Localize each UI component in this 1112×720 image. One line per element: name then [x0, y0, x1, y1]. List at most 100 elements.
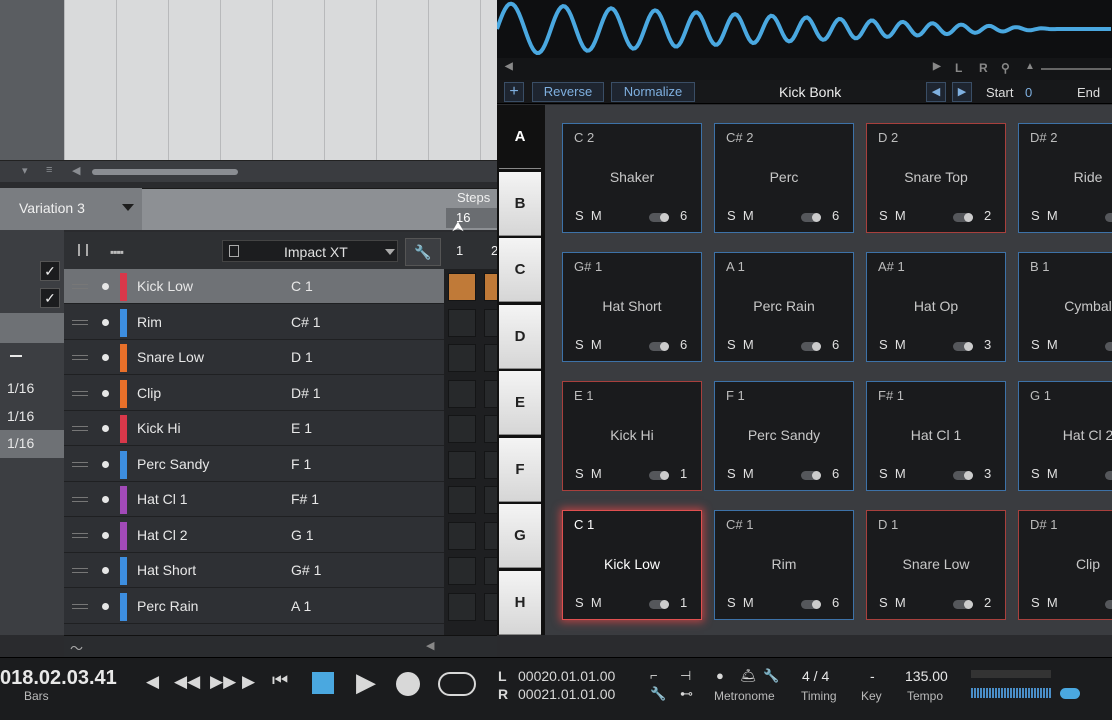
mute-button[interactable]: M: [895, 208, 906, 223]
normalize-button[interactable]: Normalize: [611, 82, 695, 102]
drag-handle-icon[interactable]: [72, 604, 88, 609]
precount-icon[interactable]: ⌐: [650, 668, 658, 683]
step-cell[interactable]: [448, 415, 476, 443]
drum-row[interactable]: Kick HiE 1: [64, 411, 444, 446]
preroll-icon[interactable]: ⊣: [680, 668, 691, 684]
mute-dot-icon[interactable]: [102, 496, 109, 503]
toggle-icon[interactable]: [801, 600, 821, 609]
timing-value[interactable]: 4 / 4: [802, 668, 829, 684]
bank-key[interactable]: F: [499, 438, 541, 502]
toggle-icon[interactable]: [801, 213, 821, 222]
step-cell[interactable]: [448, 557, 476, 585]
toggle-icon[interactable]: [1105, 213, 1112, 222]
mute-button[interactable]: M: [895, 595, 906, 610]
mute-button[interactable]: M: [591, 208, 602, 223]
loop-left-value[interactable]: 00020.01.01.00: [518, 668, 615, 684]
solo-mute[interactable]: S M: [575, 595, 602, 610]
scroll-left-icon[interactable]: ◀: [426, 639, 434, 652]
loop-button[interactable]: [438, 672, 476, 696]
mute-button[interactable]: M: [743, 466, 754, 481]
drag-handle-icon[interactable]: [72, 497, 88, 502]
toggle-icon[interactable]: [801, 471, 821, 480]
solo-mute[interactable]: S M: [575, 208, 602, 223]
drum-pad[interactable]: D# 1ClipS M: [1018, 510, 1112, 620]
drum-row[interactable]: Kick LowC 1: [64, 269, 444, 304]
toggle-icon[interactable]: [1105, 342, 1112, 351]
next-marker-icon[interactable]: ▶: [242, 672, 255, 692]
drum-pad[interactable]: C# 1RimS M6: [714, 510, 854, 620]
solo-button[interactable]: S: [575, 466, 584, 481]
waveform-display[interactable]: [497, 0, 1112, 58]
mute-button[interactable]: M: [1047, 208, 1058, 223]
start-value[interactable]: 0: [1025, 85, 1032, 100]
solo-mute[interactable]: S M: [727, 595, 754, 610]
toggle-icon[interactable]: [649, 600, 669, 609]
checkbox-2[interactable]: ✓: [40, 288, 60, 308]
song-position[interactable]: 018.02.03.41: [0, 667, 117, 690]
mute-button[interactable]: M: [591, 337, 602, 352]
volume-toggle[interactable]: [1060, 688, 1080, 699]
solo-button[interactable]: S: [727, 337, 736, 352]
arrange-scrollbar[interactable]: ▾ ≡ ◀: [0, 160, 497, 182]
click-dot-icon[interactable]: ●: [716, 668, 724, 683]
drum-row[interactable]: Perc SandyF 1: [64, 447, 444, 482]
solo-mute[interactable]: S M: [575, 337, 602, 352]
left-channel-button[interactable]: L: [955, 61, 962, 75]
menu-icon[interactable]: ≡: [46, 164, 52, 176]
solo-mute[interactable]: S M: [1031, 466, 1058, 481]
step-cell[interactable]: [448, 522, 476, 550]
list-view-icon[interactable]: [78, 244, 88, 256]
bank-key[interactable]: A: [499, 105, 541, 169]
return-to-zero-icon[interactable]: ⏮: [272, 670, 288, 691]
solo-button[interactable]: S: [1031, 208, 1040, 223]
drag-handle-icon[interactable]: [72, 355, 88, 360]
solo-mute[interactable]: S M: [575, 466, 602, 481]
key-value[interactable]: -: [870, 668, 875, 684]
drum-row[interactable]: Hat ShortG# 1: [64, 553, 444, 588]
solo-button[interactable]: S: [1031, 337, 1040, 352]
metronome-settings-icon[interactable]: 🔧: [650, 686, 666, 702]
drag-handle-icon[interactable]: [72, 533, 88, 538]
zoom-slider[interactable]: [1041, 68, 1111, 70]
solo-mute[interactable]: S M: [1031, 595, 1058, 610]
drum-pad[interactable]: D# 2RideS M: [1018, 123, 1112, 233]
solo-mute[interactable]: S M: [727, 208, 754, 223]
mute-dot-icon[interactable]: [102, 425, 109, 432]
prev-sample-icon[interactable]: ◀: [926, 82, 946, 102]
stop-button[interactable]: [312, 672, 334, 694]
play-button[interactable]: ▶: [356, 667, 376, 698]
tempo-value[interactable]: 135.00: [905, 668, 948, 684]
drag-handle-icon[interactable]: [72, 284, 88, 289]
solo-button[interactable]: S: [1031, 595, 1040, 610]
metronome-icon[interactable]: 🛎: [740, 668, 757, 684]
chevron-down-icon[interactable]: ▾: [22, 164, 28, 177]
solo-button[interactable]: S: [879, 595, 888, 610]
scroll-thumb[interactable]: [92, 169, 238, 175]
toggle-icon[interactable]: [953, 213, 973, 222]
solo-mute[interactable]: S M: [727, 337, 754, 352]
toggle-icon[interactable]: [953, 342, 973, 351]
param-value-2[interactable]: 1/16: [0, 403, 64, 429]
drag-handle-icon[interactable]: [72, 391, 88, 396]
step-cell[interactable]: [448, 273, 476, 301]
drum-row[interactable]: Perc RainA 1: [64, 589, 444, 624]
mute-button[interactable]: M: [1047, 466, 1058, 481]
toggle-icon[interactable]: [801, 342, 821, 351]
solo-button[interactable]: S: [575, 337, 584, 352]
solo-mute[interactable]: S M: [1031, 208, 1058, 223]
solo-mute[interactable]: S M: [879, 208, 906, 223]
metronome-wrench-icon[interactable]: 🔧: [763, 668, 779, 684]
reverse-button[interactable]: Reverse: [532, 82, 604, 102]
previous-marker-icon[interactable]: ◀: [146, 672, 159, 692]
drag-handle-icon[interactable]: [72, 568, 88, 573]
mute-button[interactable]: M: [743, 337, 754, 352]
mute-dot-icon[interactable]: [102, 567, 109, 574]
solo-mute[interactable]: S M: [879, 466, 906, 481]
zoom-icon[interactable]: ⚲: [1001, 61, 1010, 75]
fast-forward-icon[interactable]: ▶▶: [210, 672, 236, 692]
scroll-left-icon[interactable]: ◀: [72, 164, 80, 177]
drum-pad[interactable]: E 1Kick HiS M1: [562, 381, 702, 491]
next-sample-icon[interactable]: ▶: [952, 82, 972, 102]
mute-dot-icon[interactable]: [102, 461, 109, 468]
instrument-select[interactable]: Impact XT: [222, 240, 398, 262]
